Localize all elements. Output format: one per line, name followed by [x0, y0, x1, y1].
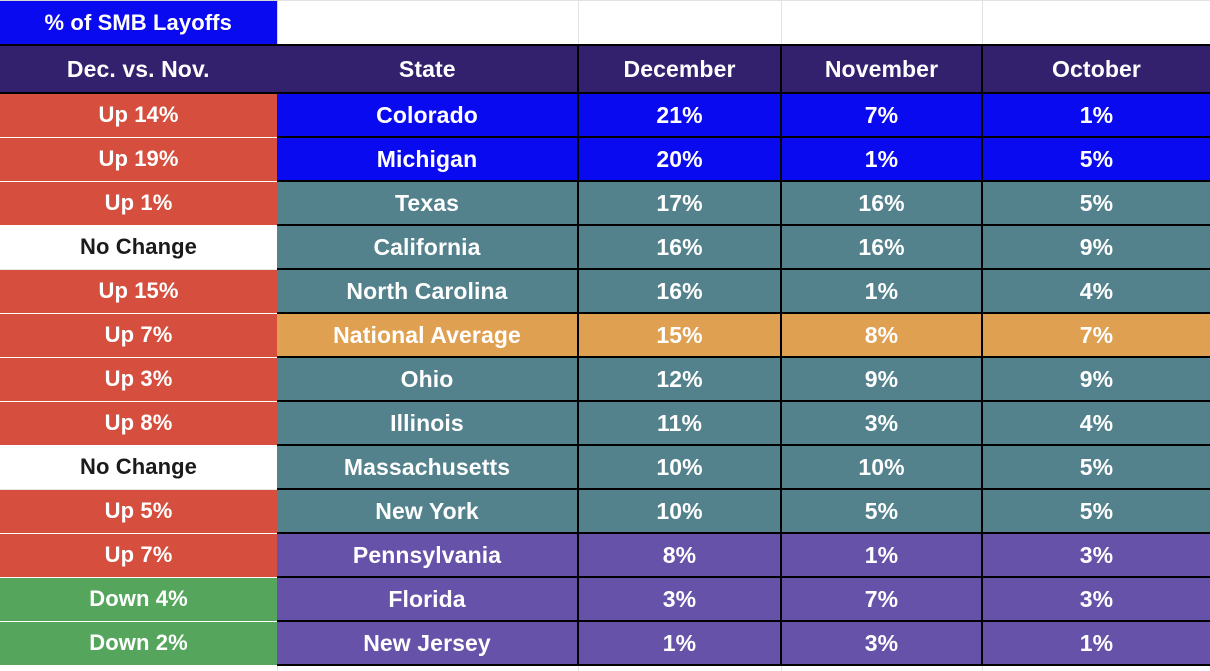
column-header-change: Dec. vs. Nov. [0, 45, 277, 93]
cell-state-national-average: National Average [277, 313, 578, 357]
cell-state-florida: Florida [277, 577, 578, 621]
cell-october-florida: 3% [982, 577, 1210, 621]
cell-december-california: 16% [578, 225, 781, 269]
table-row: No ChangeMassachusetts10%10%5% [0, 445, 1210, 489]
cell-october-new-jersey: 1% [982, 621, 1210, 665]
table-row: Down 2%New Jersey1%3%1% [0, 621, 1210, 665]
cell-december-colorado: 21% [578, 93, 781, 137]
cell-december-north-carolina: 16% [578, 269, 781, 313]
blank-cell [0, 665, 277, 671]
title-blank-cell [277, 1, 578, 46]
cell-december-michigan: 20% [578, 137, 781, 181]
cell-december-massachusetts: 10% [578, 445, 781, 489]
title-blank-cell [982, 1, 1210, 46]
cell-october-north-carolina: 4% [982, 269, 1210, 313]
cell-november-ohio: 9% [781, 357, 982, 401]
cell-november-massachusetts: 10% [781, 445, 982, 489]
header-row: Dec. vs. Nov. State December November Oc… [0, 45, 1210, 93]
table-row: Up 8%Illinois11%3%4% [0, 401, 1210, 445]
column-header-october: October [982, 45, 1210, 93]
table-row: Up 14%Colorado21%7%1% [0, 93, 1210, 137]
cell-state-ohio: Ohio [277, 357, 578, 401]
column-header-state: State [277, 45, 578, 93]
title-blank-cell [781, 1, 982, 46]
cell-change-colorado: Up 14% [0, 93, 277, 137]
cell-november-north-carolina: 1% [781, 269, 982, 313]
cell-november-michigan: 1% [781, 137, 982, 181]
table-row: Up 7%National Average15%8%7% [0, 313, 1210, 357]
table-row: Up 7%Pennsylvania8%1%3% [0, 533, 1210, 577]
table-row: Down 4%Florida3%7%3% [0, 577, 1210, 621]
cell-october-california: 9% [982, 225, 1210, 269]
cell-october-new-york: 5% [982, 489, 1210, 533]
blank-cell [578, 665, 781, 671]
cell-november-florida: 7% [781, 577, 982, 621]
column-header-december: December [578, 45, 781, 93]
sheet-bottom-strip [0, 665, 1210, 671]
cell-october-massachusetts: 5% [982, 445, 1210, 489]
cell-november-texas: 16% [781, 181, 982, 225]
cell-november-california: 16% [781, 225, 982, 269]
cell-state-north-carolina: North Carolina [277, 269, 578, 313]
cell-november-illinois: 3% [781, 401, 982, 445]
cell-november-new-york: 5% [781, 489, 982, 533]
table-row: Up 3%Ohio12%9%9% [0, 357, 1210, 401]
cell-state-new-york: New York [277, 489, 578, 533]
cell-october-michigan: 5% [982, 137, 1210, 181]
cell-october-colorado: 1% [982, 93, 1210, 137]
table-row: No ChangeCalifornia16%16%9% [0, 225, 1210, 269]
blank-cell [277, 665, 578, 671]
table-row: Up 15%North Carolina16%1%4% [0, 269, 1210, 313]
cell-state-illinois: Illinois [277, 401, 578, 445]
smb-layoffs-table: % of SMB Layoffs Dec. vs. Nov. State Dec… [0, 0, 1210, 671]
cell-change-new-york: Up 5% [0, 489, 277, 533]
cell-change-new-jersey: Down 2% [0, 621, 277, 665]
cell-state-california: California [277, 225, 578, 269]
cell-december-pennsylvania: 8% [578, 533, 781, 577]
cell-change-illinois: Up 8% [0, 401, 277, 445]
table-row: Up 1%Texas17%16%5% [0, 181, 1210, 225]
column-header-november: November [781, 45, 982, 93]
cell-change-ohio: Up 3% [0, 357, 277, 401]
cell-december-florida: 3% [578, 577, 781, 621]
cell-december-national-average: 15% [578, 313, 781, 357]
cell-state-massachusetts: Massachusetts [277, 445, 578, 489]
spreadsheet-canvas: % of SMB Layoffs Dec. vs. Nov. State Dec… [0, 0, 1210, 642]
cell-november-colorado: 7% [781, 93, 982, 137]
title-banner: % of SMB Layoffs [0, 1, 277, 46]
cell-october-illinois: 4% [982, 401, 1210, 445]
cell-december-new-jersey: 1% [578, 621, 781, 665]
cell-october-pennsylvania: 3% [982, 533, 1210, 577]
cell-change-massachusetts: No Change [0, 445, 277, 489]
table-row: Up 5%New York10%5%5% [0, 489, 1210, 533]
cell-november-pennsylvania: 1% [781, 533, 982, 577]
cell-state-texas: Texas [277, 181, 578, 225]
cell-change-california: No Change [0, 225, 277, 269]
cell-november-new-jersey: 3% [781, 621, 982, 665]
cell-october-ohio: 9% [982, 357, 1210, 401]
cell-december-texas: 17% [578, 181, 781, 225]
cell-october-national-average: 7% [982, 313, 1210, 357]
table-row: Up 19%Michigan20%1%5% [0, 137, 1210, 181]
cell-state-pennsylvania: Pennsylvania [277, 533, 578, 577]
cell-change-pennsylvania: Up 7% [0, 533, 277, 577]
cell-change-florida: Down 4% [0, 577, 277, 621]
cell-october-texas: 5% [982, 181, 1210, 225]
cell-change-michigan: Up 19% [0, 137, 277, 181]
cell-state-new-jersey: New Jersey [277, 621, 578, 665]
cell-change-texas: Up 1% [0, 181, 277, 225]
cell-change-national-average: Up 7% [0, 313, 277, 357]
cell-november-national-average: 8% [781, 313, 982, 357]
cell-change-north-carolina: Up 15% [0, 269, 277, 313]
table-body: % of SMB Layoffs Dec. vs. Nov. State Dec… [0, 1, 1210, 671]
cell-december-new-york: 10% [578, 489, 781, 533]
cell-december-illinois: 11% [578, 401, 781, 445]
cell-december-ohio: 12% [578, 357, 781, 401]
blank-cell [982, 665, 1210, 671]
cell-state-michigan: Michigan [277, 137, 578, 181]
blank-cell [781, 665, 982, 671]
title-blank-cell [578, 1, 781, 46]
title-row: % of SMB Layoffs [0, 1, 1210, 46]
cell-state-colorado: Colorado [277, 93, 578, 137]
